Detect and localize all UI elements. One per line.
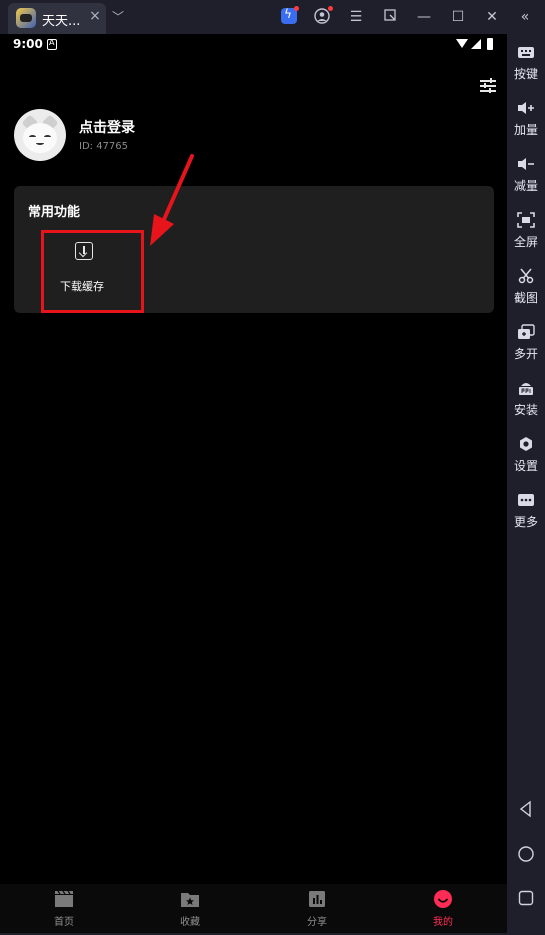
app-tab[interactable]: 天天... × xyxy=(8,3,106,34)
sidebar-label-volume-up: 加量 xyxy=(513,123,538,137)
multi-instance-icon xyxy=(518,324,535,339)
login-link[interactable]: 点击登录 xyxy=(79,117,135,137)
pin-window-icon[interactable] xyxy=(381,8,399,26)
nav-item-mine[interactable]: 我的 xyxy=(403,884,483,933)
tab-title: 天天... xyxy=(42,14,81,29)
chart-icon xyxy=(309,891,325,907)
tab-close-button[interactable]: × xyxy=(88,9,102,23)
bottom-nav: 首页 收藏 分享 我的 xyxy=(0,884,507,933)
nav-label-share: 分享 xyxy=(307,917,327,928)
sidebar-label-settings: 设置 xyxy=(513,459,538,473)
sidebar-label-install: 安装 xyxy=(513,403,538,417)
keyboard-icon xyxy=(518,47,534,58)
nav-item-share[interactable]: 分享 xyxy=(277,884,357,933)
fullscreen-icon xyxy=(517,212,535,228)
annotation-arrow-icon xyxy=(150,154,194,246)
volume-up-icon xyxy=(518,102,534,114)
smile-icon xyxy=(434,890,452,908)
settings-sliders-icon[interactable] xyxy=(480,78,496,93)
sidebar-label-fullscreen: 全屏 xyxy=(513,235,538,249)
sidebar-label-volume-down: 减量 xyxy=(513,179,538,193)
home-icon[interactable] xyxy=(517,845,535,863)
more-icon xyxy=(518,494,534,506)
emulator-window: 天天... × ﹀ ☰ — ☐ ✕ « 9:00 xyxy=(0,0,545,935)
account-icon[interactable] xyxy=(313,6,333,26)
scissors-icon xyxy=(518,268,534,284)
sidebar-item-more[interactable]: 更多 xyxy=(507,486,545,536)
nav-label-home: 首页 xyxy=(54,917,74,928)
close-button[interactable]: ✕ xyxy=(483,8,501,26)
wifi-icon xyxy=(456,39,468,48)
user-id: ID: 47765 xyxy=(79,141,129,152)
sidebar-label-multi-instance: 多开 xyxy=(513,347,538,361)
notification-dot xyxy=(328,6,333,11)
gear-icon xyxy=(520,437,532,451)
notification-dot xyxy=(294,6,299,11)
title-bar: 天天... × ﹀ ☰ — ☐ ✕ « xyxy=(0,0,545,34)
maximize-button[interactable]: ☐ xyxy=(449,8,467,26)
accessibility-notification-icon xyxy=(47,38,57,50)
nav-item-home[interactable]: 首页 xyxy=(24,884,104,933)
sidebar-label-more: 更多 xyxy=(513,515,538,529)
status-bar: 9:00 xyxy=(0,34,507,56)
sidebar-label-keys: 按键 xyxy=(513,67,538,81)
collapse-sidebar-button[interactable]: « xyxy=(516,8,534,26)
nav-label-favorites: 收藏 xyxy=(180,917,200,928)
recents-icon[interactable] xyxy=(517,889,535,907)
sidebar-item-settings[interactable]: 设置 xyxy=(507,430,545,480)
back-icon[interactable] xyxy=(517,800,535,818)
sidebar-item-install[interactable]: 安装 xyxy=(507,374,545,424)
card-title: 常用功能 xyxy=(28,205,81,220)
sidebar-item-volume-up[interactable]: 加量 xyxy=(507,94,545,144)
apk-icon xyxy=(519,383,533,395)
sidebar-item-multi-instance[interactable]: 多开 xyxy=(507,318,545,368)
sidebar-item-volume-down[interactable]: 减量 xyxy=(507,150,545,200)
sidebar-item-keys[interactable]: 按键 xyxy=(507,38,545,88)
user-avatar[interactable] xyxy=(14,109,66,161)
battery-icon xyxy=(487,38,493,50)
annotation-highlight-box xyxy=(41,230,144,313)
nav-item-favorites[interactable]: 收藏 xyxy=(150,884,230,933)
sidebar-item-screenshot[interactable]: 截图 xyxy=(507,262,545,312)
boost-icon[interactable] xyxy=(281,6,299,24)
nav-label-mine: 我的 xyxy=(433,917,453,928)
phone-screen: 9:00 点击登录 ID: 47765 常用功能 下载缓存 xyxy=(0,34,507,933)
volume-down-icon xyxy=(518,158,534,170)
folder-star-icon xyxy=(181,893,199,907)
emulator-sidebar: 按键 加量 减量 全屏 截图 多开 安装 设置 更多 xyxy=(507,34,545,933)
menu-icon[interactable]: ☰ xyxy=(347,8,365,26)
sidebar-item-fullscreen[interactable]: 全屏 xyxy=(507,206,545,256)
app-logo-icon xyxy=(16,8,36,28)
status-time: 9:00 xyxy=(13,37,43,51)
clapperboard-icon xyxy=(55,890,73,907)
sidebar-label-screenshot: 截图 xyxy=(513,291,538,305)
minimize-button[interactable]: — xyxy=(415,8,433,26)
signal-icon xyxy=(471,39,481,49)
tab-dropdown-button[interactable]: ﹀ xyxy=(112,8,124,25)
